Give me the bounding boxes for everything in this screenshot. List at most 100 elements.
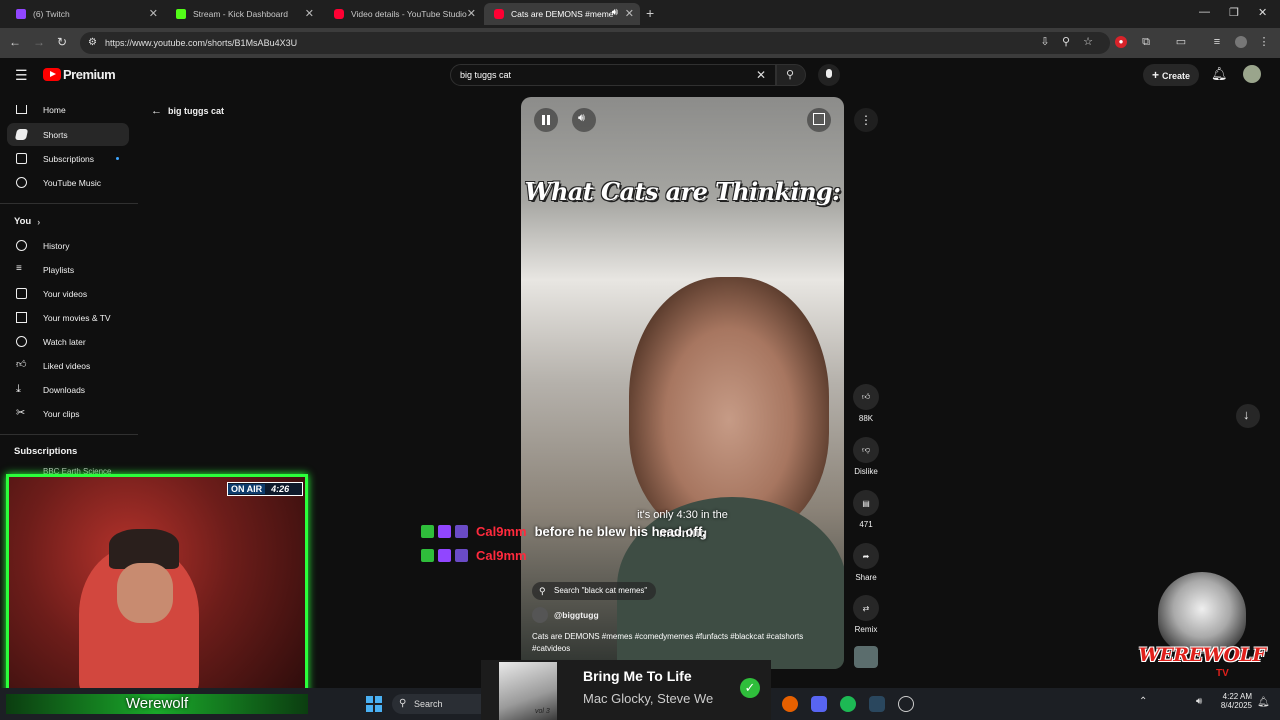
home-icon (16, 105, 27, 114)
reload-icon[interactable]: ↻ (57, 35, 67, 49)
minimize-icon[interactable]: — (1199, 6, 1210, 18)
sidebar-item-your-videos[interactable]: Your videos (7, 282, 129, 305)
youtube-logo-text[interactable]: Premium (63, 67, 116, 82)
share-button[interactable]: ➦ Share (851, 543, 881, 582)
channel-avatar[interactable] (532, 607, 548, 623)
sidebar-item-subscriptions[interactable]: Subscriptions (7, 147, 129, 170)
search-suggestion-chip[interactable]: ⚲ Search "black cat memes" (532, 582, 657, 600)
install-icon[interactable]: ⇩ (1039, 36, 1051, 48)
movies-icon (16, 312, 27, 323)
search-button[interactable]: ⚲ (776, 64, 806, 86)
tray-chevron-icon[interactable]: ⌃ (1139, 696, 1147, 707)
tab-label: Video details - YouTube Studio (351, 9, 467, 19)
webcam-overlay: ON AIR 4:26 (6, 474, 308, 700)
extensions-puzzle-icon[interactable]: ⧉ (1140, 36, 1152, 48)
comment-icon: ▤ (853, 490, 879, 516)
extension-icon[interactable]: ● (1115, 36, 1127, 48)
youtube-icon (494, 9, 504, 19)
arrow-left-icon: ← (151, 105, 162, 117)
volume-button[interactable]: 🔊︎ (572, 108, 596, 132)
comment-count: 471 (859, 520, 873, 529)
menu-kebab-icon[interactable]: ⋮ (1258, 36, 1270, 48)
sidebar-item-downloads[interactable]: ⤓ Downloads (7, 378, 129, 401)
youtube-logo-icon[interactable] (43, 68, 61, 81)
site-info-icon[interactable]: ⚙︎ (88, 32, 97, 54)
sidebar-label: Downloads (43, 384, 86, 395)
more-options-icon[interactable]: ⋮ (854, 108, 878, 132)
next-short-button[interactable]: ↓ (1236, 404, 1260, 428)
short-video-player[interactable]: 🔊︎ What Cats are Thinking: it's only 4:3… (521, 97, 844, 669)
sidebar-item-shorts[interactable]: Shorts (7, 123, 129, 146)
close-window-icon[interactable]: ✕ (1258, 6, 1267, 19)
volume-icon[interactable]: 🔊︎ (1196, 696, 1202, 707)
sidebar-item-history[interactable]: History (7, 234, 129, 257)
pause-button[interactable] (534, 108, 558, 132)
sidebar-item-your-clips[interactable]: ✂︎ Your clips (7, 402, 129, 425)
tab-twitch[interactable]: (6) Twitch ✕ (6, 3, 164, 25)
sidepanel-icon[interactable]: ▭ (1175, 36, 1187, 48)
plus-icon: + (1151, 68, 1159, 82)
discord-icon[interactable] (811, 696, 827, 712)
zoom-icon[interactable]: ⚲ (1060, 36, 1072, 48)
close-icon[interactable]: ✕ (625, 7, 634, 20)
sidebar-item-movies-tv[interactable]: Your movies & TV (7, 306, 129, 329)
hamburger-menu-icon[interactable]: ☰ (15, 67, 28, 84)
tab-label: Stream - Kick Dashboard (193, 9, 288, 19)
spotify-icon[interactable] (840, 696, 856, 712)
sidebar-section-you[interactable]: You › (7, 210, 129, 233)
app-icon[interactable] (898, 696, 914, 712)
speaker-icon[interactable]: 🔊︎ (612, 7, 618, 18)
sidebar-item-home[interactable]: Home (7, 98, 129, 121)
shorts-back-link[interactable]: ← big tuggs cat (151, 105, 224, 117)
url-field[interactable]: ⚙︎ https://www.youtube.com/shorts/B1MsAB… (80, 32, 1110, 54)
media-icon[interactable]: ≡ (1211, 36, 1223, 48)
new-tab-button[interactable]: + (646, 5, 654, 21)
tab-kick[interactable]: Stream - Kick Dashboard ✕ (166, 3, 320, 25)
kick-icon (176, 9, 186, 19)
close-icon[interactable]: ✕ (149, 7, 158, 20)
search-icon: ⚲ (399, 698, 407, 709)
firefox-icon[interactable] (782, 696, 798, 712)
comments-button[interactable]: ▤ 471 (851, 490, 881, 529)
profile-avatar[interactable] (1235, 36, 1247, 48)
sidebar-item-playlists[interactable]: ≡ Playlists (7, 258, 129, 281)
remix-button[interactable]: ⇄ Remix (851, 595, 881, 634)
taskbar-search[interactable]: ⚲ Search (392, 694, 492, 714)
channel-name[interactable]: @biggtugg (554, 610, 599, 620)
tab-youtube-studio[interactable]: Video details - YouTube Studio ✕ (324, 3, 482, 25)
restore-icon[interactable]: ❐ (1229, 6, 1239, 19)
fullscreen-button[interactable] (807, 108, 831, 132)
close-icon[interactable]: ✕ (305, 7, 314, 20)
account-avatar[interactable] (1243, 65, 1261, 83)
dislike-button[interactable]: 👎︎ Dislike (851, 437, 881, 476)
windows-start-icon[interactable] (366, 696, 382, 712)
sidebar-item-liked-videos[interactable]: 👍︎ Liked videos (7, 354, 129, 377)
back-icon[interactable]: ← (9, 35, 21, 49)
thumbs-up-icon: 👍︎ (853, 384, 879, 410)
close-icon[interactable]: ✕ (467, 7, 476, 20)
tab-youtube-shorts[interactable]: Cats are DEMONS #meme 🔊︎ ✕ (484, 3, 640, 25)
create-button[interactable]: + Create (1143, 64, 1199, 86)
sidebar-item-youtube-music[interactable]: YouTube Music (7, 171, 129, 194)
sound-thumbnail[interactable] (854, 646, 878, 668)
channel-row[interactable]: @biggtugg (532, 607, 599, 623)
sidebar-item-watch-later[interactable]: Watch later (7, 330, 129, 353)
bookmark-star-icon[interactable]: ☆ (1082, 36, 1094, 48)
chat-text: before he blew his head off, (534, 524, 706, 539)
taskbar-clock[interactable]: 4:22 AM 8/4/2025 (1210, 692, 1252, 710)
clear-search-icon[interactable]: ✕ (756, 65, 766, 85)
video-description[interactable]: Cats are DEMONS #memes #comedymemes #fun… (532, 631, 837, 655)
voice-search-button[interactable] (818, 64, 840, 86)
on-air-badge: ON AIR 4:26 (227, 482, 303, 496)
steam-icon[interactable] (869, 696, 885, 712)
forward-icon[interactable]: → (33, 35, 45, 49)
clock-date: 8/4/2025 (1220, 701, 1252, 710)
notifications-bell-icon[interactable]: 🔔︎ (1211, 66, 1228, 82)
on-air-label: ON AIR (228, 484, 266, 494)
notifications-icon[interactable]: 🔔︎ (1257, 697, 1270, 708)
search-input[interactable]: big tuggs cat ✕ (450, 64, 776, 86)
download-icon: ⤓ (16, 383, 21, 395)
divider (0, 203, 138, 204)
like-button[interactable]: 👍︎ 88K (851, 384, 881, 423)
your-videos-icon (16, 288, 27, 299)
